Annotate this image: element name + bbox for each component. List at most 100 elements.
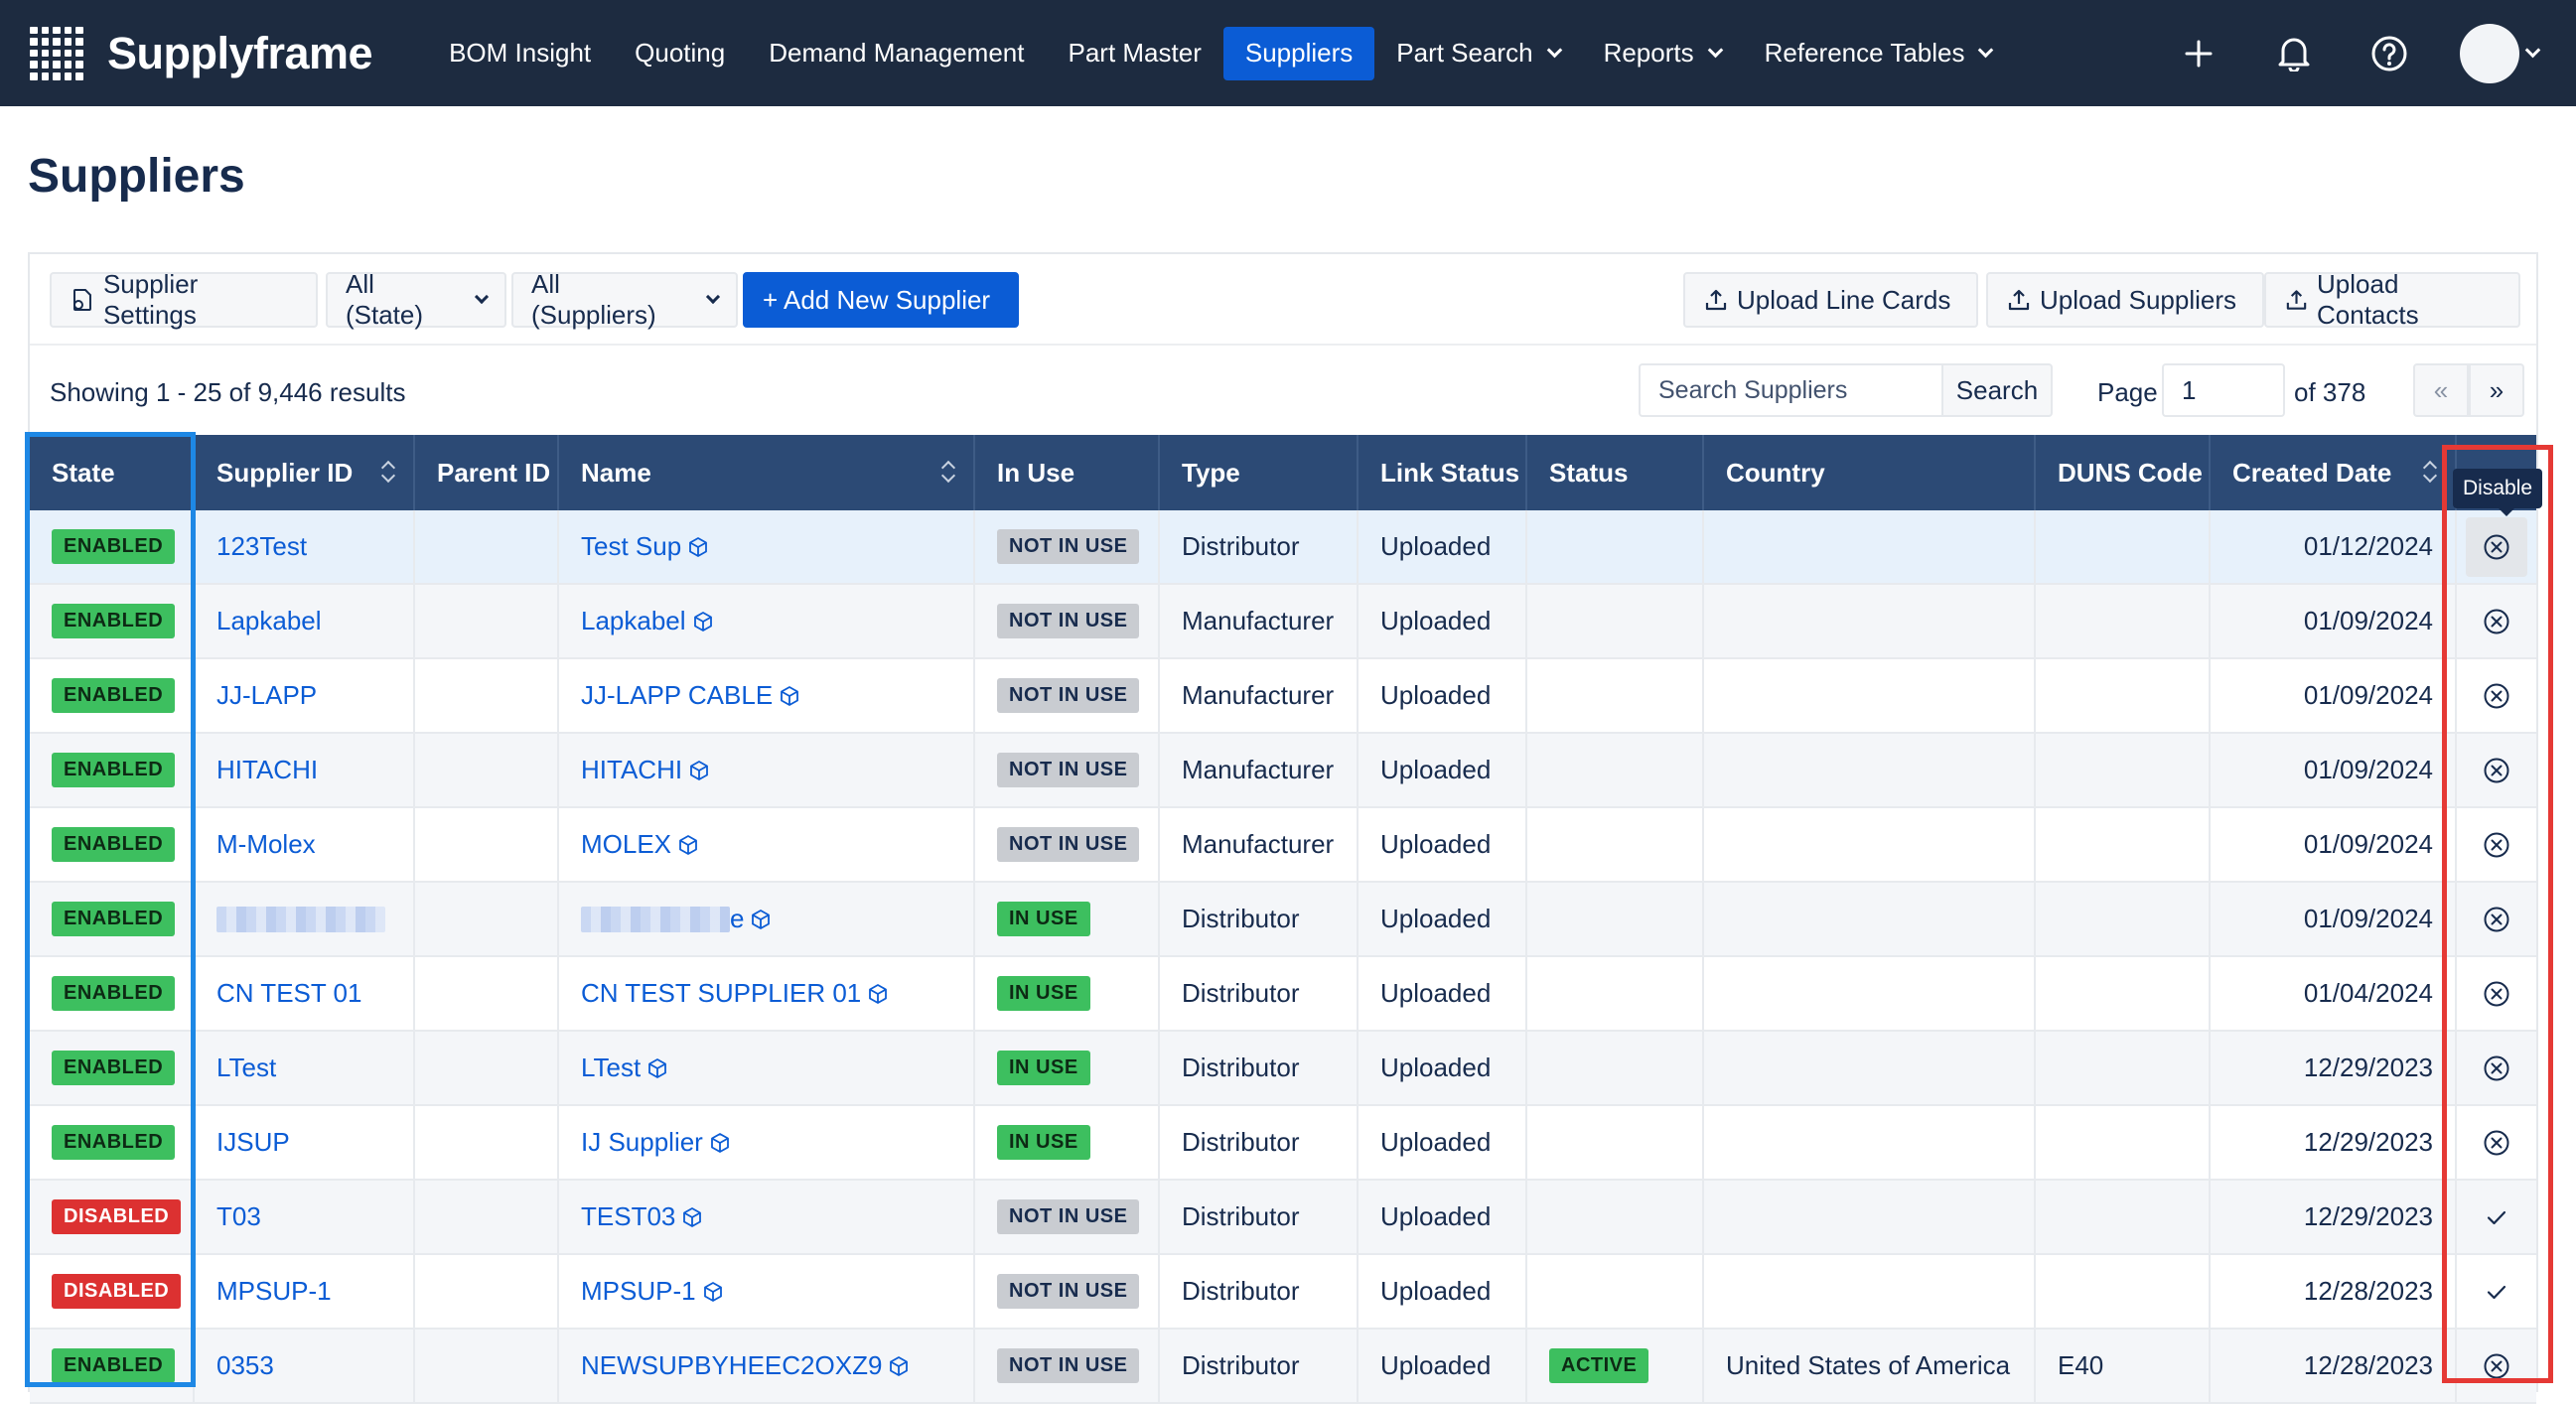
table-row[interactable]: ENABLED e IN USE Distributor Uploaded 01/09/2… bbox=[30, 883, 2536, 957]
logo[interactable]: Supplyframe bbox=[28, 25, 373, 82]
supplier-id-link[interactable]: IJSUP bbox=[216, 1127, 290, 1158]
table-row[interactable]: ENABLED IJSUP IJ Supplier IN USE Distributor… bbox=[30, 1106, 2536, 1181]
supplier-id-link[interactable]: HITACHI bbox=[216, 755, 318, 785]
package-icon[interactable] bbox=[779, 685, 800, 707]
add-new-supplier-button[interactable]: + Add New Supplier bbox=[743, 272, 1019, 328]
search-input[interactable] bbox=[1639, 363, 1943, 417]
column-link-status[interactable]: Link Status bbox=[1359, 435, 1527, 510]
search-button[interactable]: Search bbox=[1941, 363, 2053, 417]
column-status[interactable]: Status bbox=[1527, 435, 1704, 510]
supplier-id-link[interactable]: T03 bbox=[216, 1201, 261, 1232]
column-parent-id[interactable]: Parent ID bbox=[415, 435, 559, 510]
table-row[interactable]: ENABLED M-Molex MOLEX NOT IN USE Manufacture… bbox=[30, 808, 2536, 883]
next-page-button[interactable]: » bbox=[2469, 363, 2524, 417]
enable-check-icon[interactable] bbox=[2466, 1262, 2527, 1322]
supplier-filter-select[interactable]: All (Suppliers) bbox=[511, 269, 738, 330]
disable-x-icon[interactable] bbox=[2466, 741, 2527, 800]
package-icon[interactable] bbox=[646, 1057, 668, 1079]
disable-x-icon[interactable] bbox=[2466, 815, 2527, 875]
nav-reference-tables[interactable]: Reference Tables bbox=[1743, 27, 2014, 80]
nav-bom-insight[interactable]: BOM Insight bbox=[427, 27, 613, 80]
package-icon[interactable] bbox=[867, 983, 889, 1005]
supplier-name-link[interactable]: Lapkabel bbox=[581, 606, 686, 636]
supplier-id-link[interactable]: 123Test bbox=[216, 531, 307, 562]
nav-suppliers[interactable]: Suppliers bbox=[1222, 26, 1375, 80]
supplier-settings-button[interactable]: Supplier Settings bbox=[50, 269, 318, 330]
supplier-name-link[interactable]: LTest bbox=[581, 1053, 641, 1083]
table-row[interactable]: DISABLED T03 TEST03 NOT IN USE Distributor Up… bbox=[30, 1181, 2536, 1255]
disable-x-icon[interactable] bbox=[2466, 1113, 2527, 1173]
nav-demand-management[interactable]: Demand Management bbox=[747, 27, 1046, 80]
supplier-id-link[interactable]: MPSUP-1 bbox=[216, 1276, 332, 1307]
disable-x-icon[interactable] bbox=[2466, 890, 2527, 949]
sort-icon[interactable] bbox=[941, 461, 955, 485]
supplier-id-link[interactable]: Lapkabel bbox=[216, 606, 322, 636]
package-icon[interactable] bbox=[888, 1355, 910, 1377]
table-row[interactable]: ENABLED JJ-LAPP JJ-LAPP CABLE NOT IN USE Man… bbox=[30, 659, 2536, 734]
upload-line-cards-button[interactable]: Upload Line Cards bbox=[1683, 272, 1978, 328]
nav-quoting[interactable]: Quoting bbox=[613, 27, 747, 80]
disable-x-icon[interactable] bbox=[2466, 516, 2527, 577]
supplier-name-link[interactable]: NEWSUPBYHEEC2OXZ9 bbox=[581, 1350, 882, 1381]
supplier-name-link[interactable]: CN TEST SUPPLIER 01 bbox=[581, 978, 861, 1009]
table-row[interactable]: ENABLED 0353 NEWSUPBYHEEC2OXZ9 NOT IN USE Di… bbox=[30, 1330, 2536, 1404]
nav-part-master[interactable]: Part Master bbox=[1046, 27, 1222, 80]
disable-x-icon[interactable] bbox=[2466, 1336, 2527, 1396]
supplier-id-link[interactable]: CN TEST 01 bbox=[216, 978, 361, 1009]
plus-icon[interactable] bbox=[2174, 29, 2223, 78]
table-row[interactable]: ENABLED LTest LTest IN USE Distributor Upload… bbox=[30, 1032, 2536, 1106]
supplier-name-link[interactable]: IJ Supplier bbox=[581, 1127, 703, 1158]
supplier-id-link[interactable]: JJ-LAPP bbox=[216, 680, 317, 711]
disable-x-icon[interactable] bbox=[2466, 1039, 2527, 1098]
package-icon[interactable] bbox=[681, 1206, 703, 1228]
table-row[interactable]: ENABLED 123Test Test Sup NOT IN USE Distribu… bbox=[30, 510, 2536, 585]
supplier-name-link[interactable]: TEST03 bbox=[581, 1201, 675, 1232]
nav-reports[interactable]: Reports bbox=[1582, 27, 1743, 80]
supplier-name-link[interactable]: e bbox=[730, 904, 744, 934]
column-created-date[interactable]: Created Date bbox=[2211, 435, 2457, 510]
column-state[interactable]: State bbox=[30, 435, 195, 510]
disable-x-icon[interactable] bbox=[2466, 964, 2527, 1024]
table-row[interactable]: ENABLED CN TEST 01 CN TEST SUPPLIER 01 IN U… bbox=[30, 957, 2536, 1032]
bell-icon[interactable] bbox=[2269, 29, 2319, 78]
package-icon[interactable] bbox=[702, 1281, 724, 1303]
upload-contacts-button[interactable]: Upload Contacts bbox=[2264, 269, 2520, 330]
state-badge: ENABLED bbox=[52, 529, 176, 564]
previous-page-button[interactable]: « bbox=[2413, 363, 2469, 417]
enable-check-icon[interactable] bbox=[2466, 1188, 2527, 1247]
supplier-name-link[interactable]: HITACHI bbox=[581, 755, 682, 785]
package-icon[interactable] bbox=[692, 611, 714, 632]
supplier-name-link[interactable]: JJ-LAPP CABLE bbox=[581, 680, 773, 711]
package-icon[interactable] bbox=[687, 536, 709, 558]
package-icon[interactable] bbox=[688, 760, 710, 781]
column-supplier-id[interactable]: Supplier ID bbox=[195, 435, 415, 510]
table-row[interactable]: DISABLED MPSUP-1 MPSUP-1 NOT IN USE Distribu… bbox=[30, 1255, 2536, 1330]
column-name[interactable]: Name bbox=[559, 435, 975, 510]
supplier-id-link[interactable]: LTest bbox=[216, 1053, 276, 1083]
page-number-input[interactable] bbox=[2162, 363, 2285, 417]
supplier-id-link[interactable]: M-Molex bbox=[216, 829, 316, 860]
package-icon[interactable] bbox=[709, 1132, 731, 1154]
help-icon[interactable] bbox=[2364, 29, 2414, 78]
supplier-id-link[interactable]: 0353 bbox=[216, 1350, 274, 1381]
supplier-name-link[interactable]: MPSUP-1 bbox=[581, 1276, 696, 1307]
column-type[interactable]: Type bbox=[1160, 435, 1359, 510]
supplier-name-link[interactable]: Test Sup bbox=[581, 531, 681, 562]
column-in-use[interactable]: In Use bbox=[975, 435, 1160, 510]
upload-suppliers-button[interactable]: Upload Suppliers bbox=[1986, 272, 2264, 328]
table-body: ENABLED 123Test Test Sup NOT IN USE Distribu… bbox=[30, 510, 2536, 1404]
package-icon[interactable] bbox=[750, 909, 772, 930]
table-row[interactable]: ENABLED HITACHI HITACHI NOT IN USE Manufactu… bbox=[30, 734, 2536, 808]
sort-icon[interactable] bbox=[381, 461, 395, 485]
supplier-name-link[interactable]: MOLEX bbox=[581, 829, 671, 860]
state-filter-select[interactable]: All (State) bbox=[326, 269, 506, 330]
table-row[interactable]: ENABLED Lapkabel Lapkabel NOT IN USE Manufac… bbox=[30, 585, 2536, 659]
package-icon[interactable] bbox=[677, 834, 699, 856]
disable-x-icon[interactable] bbox=[2466, 592, 2527, 651]
column-country[interactable]: Country bbox=[1704, 435, 2036, 510]
user-menu[interactable] bbox=[2460, 23, 2541, 83]
sort-icon[interactable] bbox=[2423, 461, 2437, 485]
disable-x-icon[interactable] bbox=[2466, 666, 2527, 726]
column-duns-code[interactable]: DUNS Code bbox=[2036, 435, 2211, 510]
nav-part-search[interactable]: Part Search bbox=[1374, 27, 1581, 80]
